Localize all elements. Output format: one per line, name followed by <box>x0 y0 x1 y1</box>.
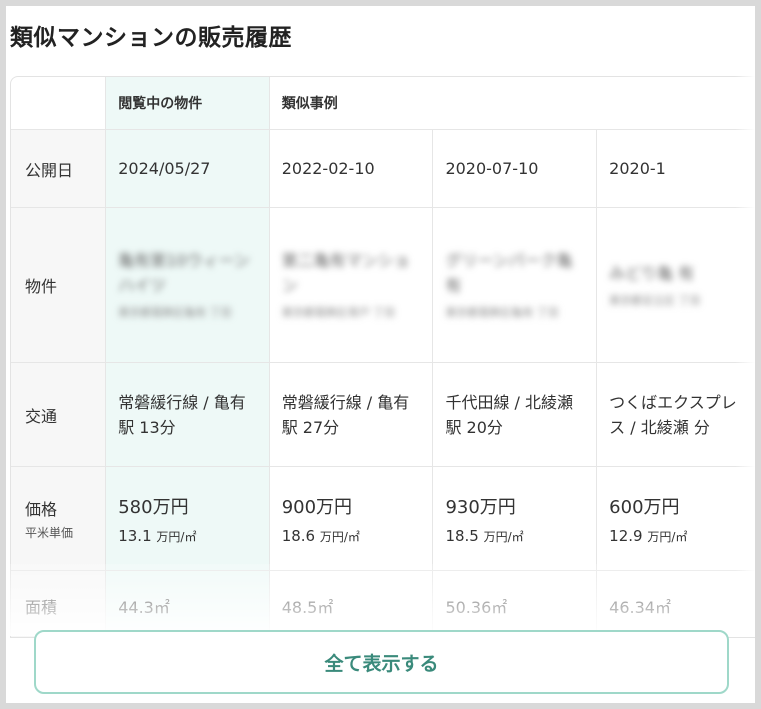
property-name-blurred: 第二亀有マンショ ン <box>281 251 410 295</box>
property-cell[interactable]: 第二亀有マンショ ン 東京都葛飾区青戸 丁目 <box>269 207 434 363</box>
similar-sales-panel: 類似マンションの販売履歴 閲覧中の物件 類似事例 公開日 2024/05/27 … <box>6 6 755 703</box>
date-cell: 2020-1 <box>596 129 755 208</box>
unit-price-unit: 万円/㎡ <box>319 529 360 544</box>
traffic-cell: 常磐緩行線 / 亀有駅 13分 <box>105 362 270 467</box>
unit-price-label: 平米単価 <box>25 526 74 540</box>
comparison-table[interactable]: 閲覧中の物件 類似事例 公開日 2024/05/27 2022-02-10 20… <box>10 76 755 638</box>
header-corner <box>11 77 107 130</box>
price-label: 価格 <box>25 500 58 519</box>
header-row: 閲覧中の物件 類似事例 <box>11 77 755 130</box>
property-name-blurred: みどり亀 有 <box>609 263 695 283</box>
price-value: 580万円 <box>118 496 189 518</box>
property-name-blurred: グリーンパーク亀 有 <box>445 251 573 295</box>
row-property: 物件 亀有第10ウィーン ハイツ 東京都葛飾区亀有 丁目 第二亀有マンショ ン … <box>11 207 755 363</box>
area-cell: 50.36㎡ <box>432 570 598 637</box>
unit-price-value: 18.6 <box>281 526 316 545</box>
property-cell[interactable]: みどり亀 有 東京都足立区 丁目 <box>596 207 755 363</box>
row-label-date: 公開日 <box>11 129 107 208</box>
row-label-property: 物件 <box>11 207 107 363</box>
price-cell: 930万円 18.5 万円/㎡ <box>432 466 598 571</box>
scroll-fade-right <box>735 76 755 636</box>
unit-price-unit: 万円/㎡ <box>483 529 524 544</box>
property-name-blurred: 亀有第10ウィーン ハイツ <box>118 251 250 295</box>
area-cell: 44.3㎡ <box>105 570 270 637</box>
property-cell[interactable]: 亀有第10ウィーン ハイツ 東京都葛飾区亀有 丁目 <box>105 207 270 363</box>
unit-price-value: 12.9 <box>609 526 643 545</box>
row-area: 面積 44.3㎡ 48.5㎡ 50.36㎡ 46.34㎡ <box>11 570 755 637</box>
section-title: 類似マンションの販売履歴 <box>10 25 292 51</box>
header-similar-cases: 類似事例 <box>269 77 755 130</box>
property-address-blurred: 東京都葛飾区亀有 丁目 <box>118 306 232 319</box>
row-label-area: 面積 <box>11 570 107 637</box>
unit-price-unit: 万円/㎡ <box>647 529 688 544</box>
price-cell: 900万円 18.6 万円/㎡ <box>269 466 434 571</box>
row-label-price: 価格 平米単価 <box>11 466 107 571</box>
area-cell: 48.5㎡ <box>269 570 434 637</box>
area-cell: 46.34㎡ <box>596 570 755 637</box>
property-address-blurred: 東京都葛飾区青戸 丁目 <box>281 306 396 319</box>
price-cell: 580万円 13.1 万円/㎡ <box>105 466 270 571</box>
date-cell: 2022-02-10 <box>269 129 434 208</box>
traffic-cell: 常磐緩行線 / 亀有駅 27分 <box>269 362 434 467</box>
unit-price-value: 13.1 <box>118 526 152 545</box>
price-value: 600万円 <box>609 496 680 518</box>
property-address-blurred: 東京都葛飾区亀有 丁目 <box>445 306 559 319</box>
row-label-traffic: 交通 <box>11 362 107 467</box>
traffic-cell: 千代田線 / 北綾瀬駅 20分 <box>432 362 598 467</box>
date-cell: 2024/05/27 <box>105 129 270 208</box>
row-price: 価格 平米単価 580万円 13.1 万円/㎡ 900万円 18.6 万円/㎡ … <box>11 466 755 571</box>
property-cell[interactable]: グリーンパーク亀 有 東京都葛飾区亀有 丁目 <box>432 207 598 363</box>
header-current-property: 閲覧中の物件 <box>105 77 270 130</box>
property-address-blurred: 東京都足立区 丁目 <box>609 293 701 307</box>
show-all-button[interactable]: 全て表示する <box>34 630 729 694</box>
unit-price-value: 18.5 <box>445 526 479 545</box>
price-value: 930万円 <box>445 496 516 518</box>
price-value: 900万円 <box>281 496 353 518</box>
unit-price-unit: 万円/㎡ <box>156 529 197 544</box>
row-traffic: 交通 常磐緩行線 / 亀有駅 13分 常磐緩行線 / 亀有駅 27分 千代田線 … <box>11 362 755 467</box>
row-date: 公開日 2024/05/27 2022-02-10 2020-07-10 202… <box>11 129 755 208</box>
traffic-cell: つくばエクスプレス / 北綾瀬 分 <box>596 362 755 467</box>
date-cell: 2020-07-10 <box>432 129 598 208</box>
price-cell: 600万円 12.9 万円/㎡ <box>596 466 755 571</box>
